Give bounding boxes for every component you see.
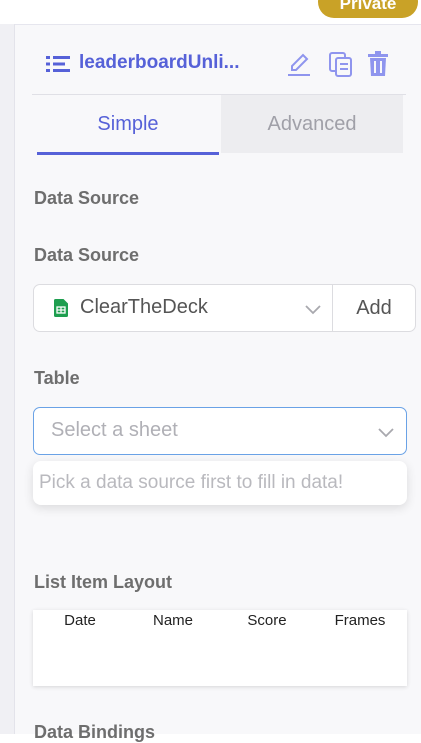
google-sheets-icon: [54, 299, 68, 317]
layout-column-score: Score: [247, 612, 287, 629]
list-item-layout-label: List Item Layout: [34, 572, 173, 592]
data-source-value: ClearTheDeck: [80, 296, 208, 318]
copy-icon[interactable]: [328, 50, 354, 78]
chevron-down-icon: [305, 305, 321, 315]
mode-tabs: Simple Advanced: [37, 95, 405, 155]
trash-icon[interactable]: [365, 50, 391, 78]
layout-column-frames: Frames: [334, 612, 386, 629]
tab-simple[interactable]: Simple: [37, 95, 219, 155]
data-source-label: Data Source: [34, 245, 140, 265]
private-badge[interactable]: Private: [318, 0, 418, 18]
data-bindings-label: Data Bindings: [34, 722, 156, 742]
table-select[interactable]: Select a sheet: [33, 407, 407, 455]
chevron-down-icon: [378, 428, 394, 438]
layout-column-name: Name: [152, 612, 193, 629]
tab-advanced[interactable]: Advanced: [221, 95, 403, 153]
add-data-source-button[interactable]: Add: [332, 284, 416, 332]
edit-icon[interactable]: [286, 50, 312, 78]
hint-text: Pick a data source first to fill in data…: [39, 472, 344, 493]
component-header: leaderboardUnli...: [32, 44, 402, 84]
layout-column-date: Date: [64, 612, 96, 629]
table-placeholder: Select a sheet: [51, 419, 178, 441]
component-title[interactable]: leaderboardUnli...: [79, 52, 274, 74]
left-rail: [0, 24, 15, 734]
table-label: Table: [34, 368, 80, 388]
dropdown-hint: Pick a data source first to fill in data…: [33, 461, 407, 505]
data-source-heading: Data Source: [34, 188, 140, 208]
list-icon: [46, 56, 70, 72]
data-source-select[interactable]: ClearTheDeck: [33, 284, 333, 332]
list-item-layout-preview[interactable]: Date Name Score Frames: [33, 610, 407, 686]
